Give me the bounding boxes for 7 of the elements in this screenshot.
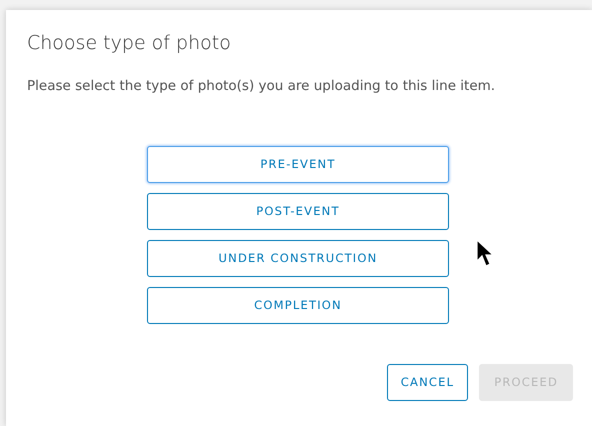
photo-type-button[interactable]: UNDER CONSTRUCTION — [147, 240, 449, 277]
dialog-title: Choose type of photo — [27, 31, 232, 56]
cancel-button[interactable]: CANCEL — [386, 364, 468, 401]
photo-type-button[interactable]: POST-EVENT — [147, 193, 449, 230]
dialog-message: Please select the type of photo(s) you are uploading to this line item. — [27, 77, 496, 96]
photo-type-button[interactable]: PRE-EVENT — [147, 146, 449, 183]
photo-type-button[interactable]: COMPLETION — [147, 287, 449, 324]
